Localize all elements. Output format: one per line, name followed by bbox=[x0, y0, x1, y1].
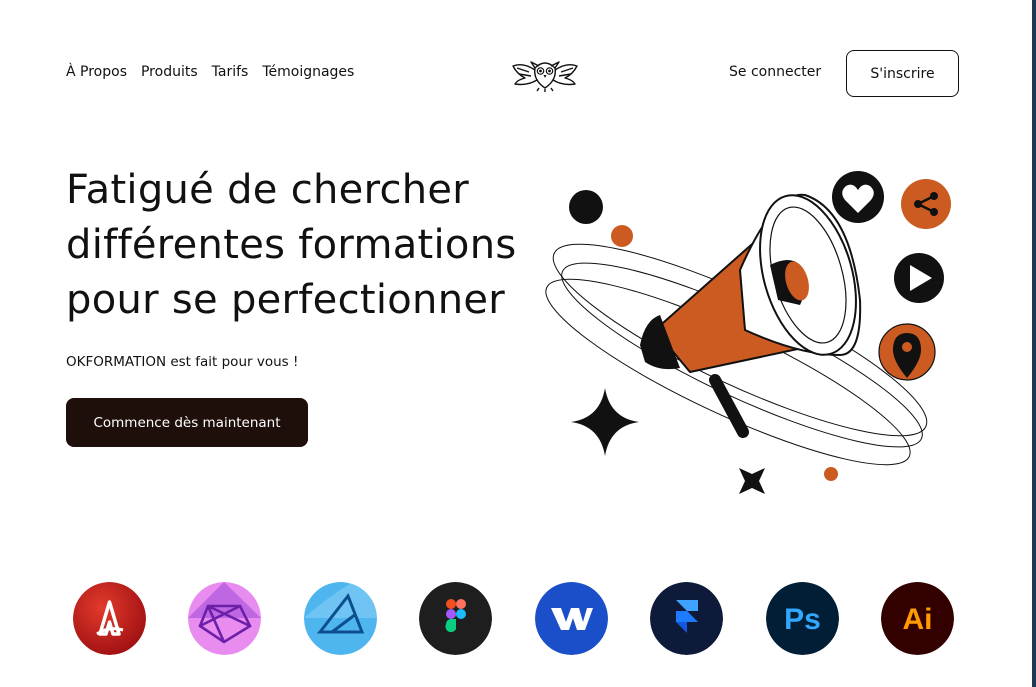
figma-icon[interactable] bbox=[419, 582, 492, 655]
nav-link-testimonials[interactable]: Témoignages bbox=[262, 64, 354, 80]
nav-link-pricing[interactable]: Tarifs bbox=[212, 64, 249, 80]
share-icon bbox=[901, 179, 951, 229]
hero-title-line-3: pour se perfectionner bbox=[66, 277, 505, 323]
hero-illustration bbox=[545, 171, 951, 494]
affinity-photo-icon[interactable] bbox=[188, 582, 261, 655]
illustrator-icon[interactable]: Ai bbox=[881, 582, 954, 655]
affinity-designer-icon[interactable] bbox=[304, 582, 377, 655]
get-started-button[interactable]: Commence dès maintenant bbox=[66, 398, 308, 447]
signup-button[interactable]: S'inscrire bbox=[846, 50, 959, 97]
hero-title-line-1: Fatigué de chercher bbox=[66, 167, 470, 213]
framer-icon[interactable] bbox=[650, 582, 723, 655]
tools-row: Ps Ai bbox=[73, 582, 955, 656]
photoshop-label: Ps bbox=[784, 603, 821, 636]
nav-link-about[interactable]: À Propos bbox=[66, 64, 127, 80]
hero-title-line-2: différentes formations bbox=[66, 222, 517, 268]
dot-orange bbox=[611, 225, 633, 247]
main-nav: À Propos Produits Tarifs Témoignages bbox=[66, 64, 354, 80]
login-link[interactable]: Se connecter bbox=[729, 64, 821, 80]
adobe-express-icon[interactable] bbox=[73, 582, 146, 655]
nav-link-products[interactable]: Produits bbox=[141, 64, 198, 80]
heart-icon bbox=[832, 171, 884, 223]
star-icon bbox=[739, 468, 765, 494]
dot-black bbox=[569, 190, 603, 224]
window-edge bbox=[1032, 0, 1036, 687]
sparkle-icon bbox=[571, 388, 639, 456]
location-pin-icon bbox=[878, 323, 936, 381]
hero-subtitle: OKFORMATION est fait pour vous ! bbox=[66, 354, 299, 370]
hero-title: Fatigué de chercher différentes formatio… bbox=[66, 163, 556, 328]
illustrator-label: Ai bbox=[903, 603, 933, 636]
megaphone-icon bbox=[640, 193, 862, 438]
owl-logo-icon[interactable] bbox=[511, 56, 579, 92]
play-icon bbox=[894, 253, 944, 303]
photoshop-icon[interactable]: Ps bbox=[766, 582, 839, 655]
webflow-icon[interactable] bbox=[535, 582, 608, 655]
dot-orange-small bbox=[824, 467, 838, 481]
